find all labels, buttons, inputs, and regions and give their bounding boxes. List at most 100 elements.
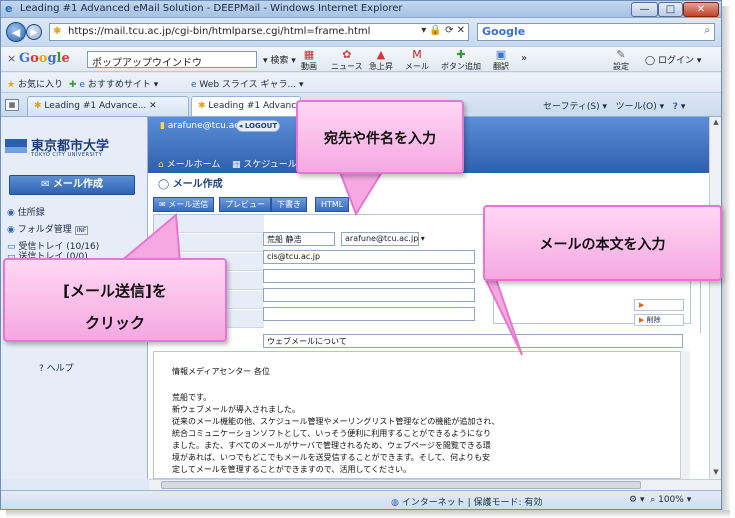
sidebar-item-address-book[interactable]: ◉ 住所録 bbox=[7, 205, 45, 218]
from-name-field[interactable]: 荒船 静浩 bbox=[263, 232, 335, 246]
toolbar-item-news[interactable]: ✿ ニュース bbox=[331, 49, 363, 72]
security-icon: ⚙ bbox=[629, 495, 638, 505]
maximize-button[interactable]: □ bbox=[658, 2, 683, 17]
subject-field[interactable]: ウェブメールについて bbox=[263, 334, 683, 348]
back-icon[interactable]: ◀ bbox=[6, 22, 26, 42]
callout-send-line1: [メール送信]を bbox=[63, 282, 167, 300]
send-mail-button[interactable]: ✉ メール送信 bbox=[153, 197, 215, 212]
site-favicon-icon: ✱ bbox=[34, 101, 42, 111]
compose-icon: ✉ bbox=[41, 179, 50, 190]
toolbar-close-icon[interactable]: × bbox=[7, 52, 16, 65]
scroll-thumb[interactable] bbox=[161, 481, 641, 489]
body-line: 定してメールを管理することができますので、活用してください。 bbox=[172, 465, 411, 474]
callout-enter-recipient: 宛先や件名を入力 bbox=[296, 100, 464, 174]
command-bar: セーフティ(S) ▾ ツール(O) ▾ ? ▾ bbox=[543, 102, 686, 112]
web-slice-gallery[interactable]: e Web スライス ギャラ... ▾ bbox=[191, 77, 303, 90]
safety-menu[interactable]: セーフティ(S) ▾ bbox=[543, 102, 607, 112]
forward-icon[interactable]: ▶ bbox=[26, 24, 42, 40]
toolbar-more[interactable]: » bbox=[521, 53, 527, 75]
address-row: ◀ ▶ ✱ https://mail.tcu.ac.jp/cgi-bin/htm… bbox=[1, 19, 721, 46]
sidebar-item-folders[interactable]: ◉ フォルダ管理 INF bbox=[7, 222, 89, 235]
status-bar: ◍ インターネット | 保護モード: 有効 ⚙ ▾ ⌕ 100% ▾ bbox=[1, 490, 721, 509]
to-field[interactable]: cis@tcu.ac.jp bbox=[263, 250, 475, 264]
menu-mail-home[interactable]: ⌂ メールホーム bbox=[158, 157, 220, 170]
plus-icon: ✚ bbox=[456, 48, 466, 61]
toolbar-item-video[interactable]: ▦ 動画 bbox=[301, 48, 317, 72]
body-line: 新ウェブメールが導入されました。 bbox=[172, 405, 300, 414]
film-icon: ▦ bbox=[303, 48, 315, 61]
address-bar[interactable]: ✱ https://mail.tcu.ac.jp/cgi-bin/htmlpar… bbox=[49, 23, 469, 41]
title-bar: e Leading #1 Advanced eMail Solution - D… bbox=[1, 1, 721, 18]
toolbar-item-translate[interactable]: ▣ 翻訳 bbox=[493, 49, 509, 72]
body-line: 情報メディアセンター 各位 bbox=[172, 367, 270, 376]
body-line: 従来のメール機能の他、スケジュール管理やメーリングリスト管理などの機能が追加され… bbox=[172, 417, 500, 426]
google-search-input[interactable]: ポップアップウインドウ bbox=[87, 51, 257, 69]
gmail-icon: M bbox=[412, 48, 422, 61]
help-link[interactable]: ? ヘルプ bbox=[39, 361, 74, 374]
tab-2[interactable]: ✱ Leading #1 Advanced e... bbox=[191, 96, 324, 116]
body-line: 境があれば、いつでもどこでもメールを送受信することができます。そして、何よりも安 bbox=[172, 453, 490, 462]
tab-1[interactable]: ✱ Leading #1 Advance... ✕ bbox=[27, 96, 189, 116]
user-icon: ▮ bbox=[160, 121, 165, 131]
university-subtitle: TOKYO CITY UNIVERSITY bbox=[31, 152, 103, 158]
favorites-button[interactable]: ★ お気に入り bbox=[7, 77, 63, 90]
bcc-field[interactable] bbox=[263, 288, 475, 302]
window-title: Leading #1 Advanced eMail Solution - DEE… bbox=[20, 3, 403, 14]
minimize-button[interactable]: — bbox=[631, 2, 658, 17]
page-vertical-scrollbar[interactable]: ▲ ▼ bbox=[709, 117, 721, 479]
preview-button[interactable]: プレビュー bbox=[219, 197, 271, 212]
logo-mark-icon bbox=[5, 139, 27, 153]
toolbar-item-add-button[interactable]: ✚ ボタン追加 bbox=[441, 48, 481, 72]
university-logo: 東京都市大学 TOKYO CITY UNIVERSITY bbox=[5, 135, 140, 165]
body-scrollbar[interactable] bbox=[680, 351, 690, 479]
toolbar-settings[interactable]: ✎ 設定 bbox=[613, 49, 629, 72]
ie-small-icon: e bbox=[79, 80, 85, 90]
help-icon[interactable]: ? bbox=[673, 102, 678, 112]
quick-tabs-icon[interactable]: ▦ bbox=[5, 99, 19, 111]
logout-button[interactable]: ◂ LOGOUT bbox=[236, 120, 280, 132]
search-icon[interactable]: ⌕ bbox=[704, 25, 710, 36]
folder-manage-icon: ◉ bbox=[7, 225, 15, 235]
section-title: ◯ メール作成 bbox=[158, 179, 223, 190]
star-icon: ★ bbox=[7, 80, 16, 90]
window-shadow bbox=[6, 510, 730, 517]
zoom-control[interactable]: ⚙ ▾ ⌕ 100% ▾ bbox=[629, 495, 691, 505]
draft-button[interactable]: 下書き bbox=[271, 197, 307, 212]
menu-schedule[interactable]: ▦ スケジュール bbox=[232, 157, 297, 170]
reply-to-field[interactable] bbox=[263, 307, 475, 321]
scroll-up-icon[interactable]: ▲ bbox=[711, 118, 721, 128]
google-search-button[interactable]: ▾ 検索 ▾ bbox=[263, 53, 296, 75]
security-zone: ◍ インターネット | 保護モード: 有効 bbox=[391, 498, 543, 508]
from-address-select[interactable]: arafune@tcu.ac.jp ▾ bbox=[341, 232, 425, 246]
body-line: 統合コミュニケーションソフトとして、いっそう便利に利用することができるようになり bbox=[172, 429, 492, 438]
search-engine-label: Google bbox=[482, 25, 526, 38]
calendar-icon: ▦ bbox=[232, 160, 241, 170]
add-favorite-icon: ✚ bbox=[69, 80, 77, 90]
page-horizontal-scrollbar[interactable] bbox=[149, 479, 721, 490]
toolbar-item-trends[interactable]: ▲ 急上昇 bbox=[369, 49, 393, 72]
from-label bbox=[154, 215, 264, 233]
cc-field[interactable] bbox=[263, 269, 475, 283]
globe-icon: ◍ bbox=[391, 498, 399, 508]
zoom-icon: ⌕ bbox=[650, 495, 656, 505]
scroll-down-icon[interactable]: ▼ bbox=[711, 468, 721, 478]
home-icon: ⌂ bbox=[158, 160, 164, 170]
browser-search-box[interactable]: Google ⌕ bbox=[477, 23, 715, 41]
compose-button[interactable]: ✉ メール作成 bbox=[9, 175, 135, 195]
callout-click-send: [メール送信]を クリック bbox=[3, 258, 227, 342]
delete-attachment-button[interactable]: ▶ 削除 bbox=[634, 314, 684, 326]
body-line: ました。また、すべてのメールがサーバで管理されるため、ウェブページを閲覧できる環 bbox=[172, 441, 491, 450]
suggested-sites[interactable]: ✚ e おすすめサイト ▾ bbox=[69, 77, 158, 90]
close-button[interactable]: ✕ bbox=[683, 2, 719, 17]
tools-menu[interactable]: ツール(O) ▾ bbox=[616, 102, 665, 112]
toolbar-login[interactable]: ◯ ログイン ▾ bbox=[645, 53, 701, 75]
mail-body[interactable]: 情報メディアセンター 各位 荒船です。 新ウェブメールが導入されました。 従来の… bbox=[153, 351, 689, 479]
subject-row: ウェブメールについて bbox=[153, 333, 701, 349]
address-actions[interactable]: ▾ 🔒 ⟳ ✕ bbox=[421, 25, 465, 36]
site-favicon-icon: ✱ bbox=[198, 101, 206, 111]
attach-button[interactable]: ▶ bbox=[634, 299, 684, 311]
toolbar-item-mail[interactable]: M メール bbox=[405, 48, 429, 72]
html-button[interactable]: HTML bbox=[315, 197, 350, 212]
google-logo: Google bbox=[19, 51, 70, 66]
body-line: 荒船です。 bbox=[172, 393, 212, 402]
